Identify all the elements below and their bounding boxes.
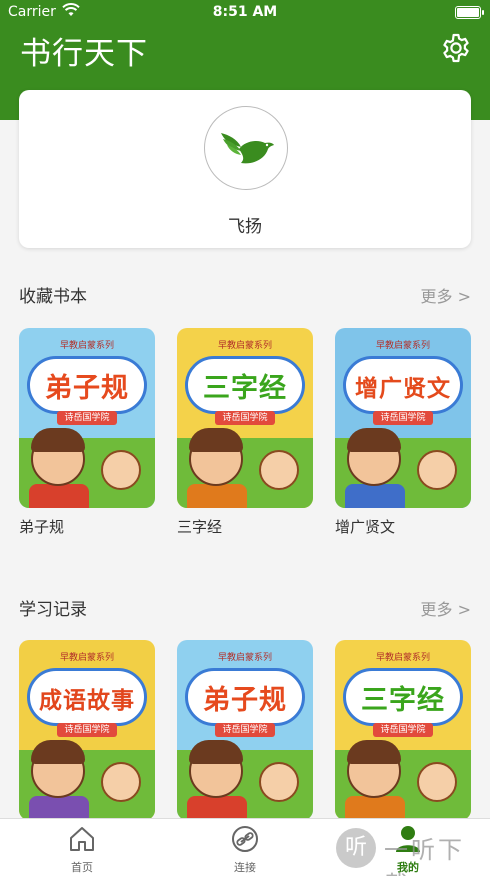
tab-connect[interactable]: 连接 [205, 825, 285, 875]
tab-home[interactable]: 首页 [42, 825, 122, 875]
cover-series: 早教启蒙系列 [217, 653, 272, 663]
tab-connect-label: 连接 [234, 861, 256, 874]
cover-publisher: 诗岳国学院 [57, 723, 117, 737]
gear-icon[interactable] [440, 32, 472, 64]
book-cover: 早教启蒙系列 增广贤文 诗岳国学院 [335, 328, 471, 508]
bird-book-logo-icon [221, 133, 274, 164]
battery-icon [455, 6, 481, 19]
link-icon [232, 826, 258, 852]
history-book-chengyugushi[interactable]: 早教启蒙系列 成语故事 诗岳国学院 [19, 640, 155, 820]
cover-publisher: 诗岳国学院 [57, 411, 117, 425]
cover-series: 早教启蒙系列 [375, 341, 430, 351]
tab-home-label: 首页 [71, 861, 93, 874]
book-cover: 早教启蒙系列 弟子规 诗岳国学院 [177, 640, 313, 820]
book-cover: 早教启蒙系列 三字经 诗岳国学院 [177, 328, 313, 508]
book-label: 增广贤文 [335, 518, 396, 536]
book-label: 三字经 [177, 518, 223, 536]
status-time: 8:51 AM [212, 4, 278, 20]
favorite-book-dizigui[interactable]: 早教启蒙系列 弟子规 诗岳国学院 弟子规 [19, 328, 155, 537]
history-book-sanzijing[interactable]: 早教启蒙系列 三字经 诗岳国学院 [335, 640, 471, 820]
cover-publisher: 诗岳国学院 [215, 723, 275, 737]
history-book-dizigui[interactable]: 早教启蒙系列 弟子规 诗岳国学院 [177, 640, 313, 820]
cover-title: 成语故事 [39, 688, 135, 714]
cover-publisher: 诗岳国学院 [215, 411, 275, 425]
cover-title: 增广贤文 [355, 376, 451, 402]
history-more-link[interactable]: 更多 > [421, 596, 472, 620]
book-label: 弟子规 [19, 518, 65, 536]
cover-title: 三字经 [203, 373, 287, 404]
watermark-text: 一听下载 [384, 836, 465, 876]
book-cover: 早教启蒙系列 弟子规 诗岳国学院 [19, 328, 155, 508]
cover-title: 弟子规 [203, 685, 287, 716]
profile-card[interactable]: 飞扬 [19, 90, 471, 248]
favorites-title: 收藏书本 [19, 287, 87, 307]
book-cover: 早教启蒙系列 成语故事 诗岳国学院 [19, 640, 155, 820]
cover-publisher: 诗岳国学院 [373, 411, 433, 425]
cover-series: 早教启蒙系列 [217, 341, 272, 351]
avatar[interactable] [204, 106, 288, 190]
username: 飞扬 [228, 217, 262, 237]
status-bar: Carrier 8:51 AM [0, 0, 490, 26]
app-title: 书行天下 [20, 36, 148, 72]
cover-series: 早教启蒙系列 [375, 653, 430, 663]
favorite-book-sanzijing[interactable]: 早教启蒙系列 三字经 诗岳国学院 三字经 [177, 328, 313, 537]
cover-series: 早教启蒙系列 [59, 653, 114, 663]
favorite-book-zengguangxianwen[interactable]: 早教启蒙系列 增广贤文 诗岳国学院 增广贤文 [335, 328, 471, 537]
favorites-more-link[interactable]: 更多 > [421, 283, 472, 307]
cover-title: 弟子规 [45, 373, 129, 404]
battery-tip [482, 10, 484, 15]
home-icon [70, 827, 94, 851]
cover-series: 早教启蒙系列 [59, 341, 114, 351]
cover-title: 三字经 [361, 685, 445, 716]
history-title: 学习记录 [19, 600, 87, 620]
cover-publisher: 诗岳国学院 [373, 723, 433, 737]
book-cover: 早教启蒙系列 三字经 诗岳国学院 [335, 640, 471, 820]
watermark-icon: 听 [336, 828, 376, 868]
